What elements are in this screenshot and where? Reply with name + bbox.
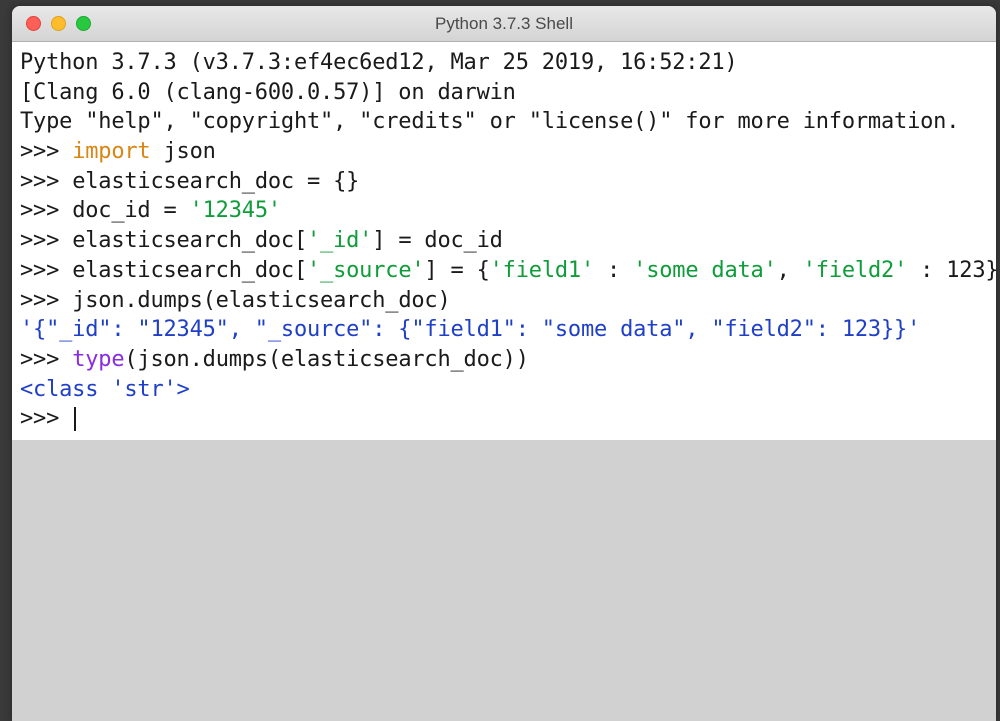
idle-window: Python 3.7.3 Shell Python 3.7.3 (v3.7.3:… xyxy=(12,6,996,721)
window-controls xyxy=(12,16,91,31)
code: , xyxy=(777,258,803,283)
titlebar: Python 3.7.3 Shell xyxy=(12,6,996,42)
window-title: Python 3.7.3 Shell xyxy=(12,14,996,34)
code: ] = { xyxy=(424,258,489,283)
code: : 123} xyxy=(907,258,996,283)
zoom-icon[interactable] xyxy=(76,16,91,31)
prompt: >>> xyxy=(20,139,72,164)
prompt: >>> xyxy=(20,169,72,194)
keyword: import xyxy=(72,139,150,164)
code: json.dumps(elasticsearch_doc) xyxy=(72,288,450,313)
window-background xyxy=(12,440,996,721)
cursor-icon xyxy=(74,407,76,431)
repl-line: >>> elasticsearch_doc['_source'] = {'fie… xyxy=(20,256,988,286)
banner-line: [Clang 6.0 (clang-600.0.57)] on darwin xyxy=(20,78,988,108)
repl-line: >>> doc_id = '12345' xyxy=(20,196,988,226)
shell-output[interactable]: Python 3.7.3 (v3.7.3:ef4ec6ed12, Mar 25 … xyxy=(12,42,996,440)
code: (json.dumps(elasticsearch_doc)) xyxy=(124,347,528,372)
repl-current-line[interactable]: >>> xyxy=(20,404,988,434)
close-icon[interactable] xyxy=(26,16,41,31)
minimize-icon[interactable] xyxy=(51,16,66,31)
string: '12345' xyxy=(190,198,281,223)
builtin: type xyxy=(72,347,124,372)
string: 'field2' xyxy=(803,258,907,283)
code: elasticsearch_doc[ xyxy=(72,258,307,283)
repl-output: <class 'str'> xyxy=(20,375,988,405)
code: doc_id = xyxy=(72,198,189,223)
prompt: >>> xyxy=(20,288,72,313)
repl-line: >>> elasticsearch_doc['_id'] = doc_id xyxy=(20,226,988,256)
repl-output: '{"_id": "12345", "_source": {"field1": … xyxy=(20,315,988,345)
code: : xyxy=(594,258,633,283)
repl-line: >>> json.dumps(elasticsearch_doc) xyxy=(20,286,988,316)
repl-line: >>> import json xyxy=(20,137,988,167)
string: '_source' xyxy=(307,258,424,283)
banner-line: Type "help", "copyright", "credits" or "… xyxy=(20,107,988,137)
string: '_id' xyxy=(307,228,372,253)
string: 'field1' xyxy=(490,258,594,283)
code: elasticsearch_doc = {} xyxy=(72,169,359,194)
code: json xyxy=(150,139,215,164)
code: elasticsearch_doc[ xyxy=(72,228,307,253)
repl-line: >>> elasticsearch_doc = {} xyxy=(20,167,988,197)
prompt: >>> xyxy=(20,198,72,223)
prompt: >>> xyxy=(20,258,72,283)
repl-line: >>> type(json.dumps(elasticsearch_doc)) xyxy=(20,345,988,375)
prompt: >>> xyxy=(20,228,72,253)
prompt: >>> xyxy=(20,406,72,431)
string: 'some data' xyxy=(633,258,777,283)
prompt: >>> xyxy=(20,347,72,372)
banner-line: Python 3.7.3 (v3.7.3:ef4ec6ed12, Mar 25 … xyxy=(20,48,988,78)
code: ] = doc_id xyxy=(372,228,502,253)
